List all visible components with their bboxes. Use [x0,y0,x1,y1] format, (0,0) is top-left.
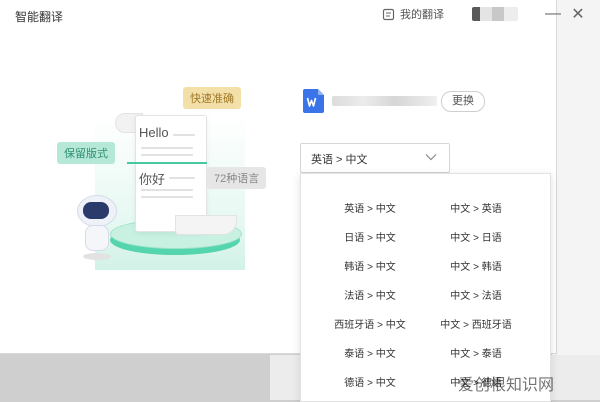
dropdown-option[interactable]: 泰语 > 中文 [310,345,430,360]
language-pair-select[interactable]: 英语 > 中文 [300,143,450,173]
my-translations-button[interactable]: 我的翻译 [382,6,444,22]
dropdown-option[interactable]: 中文 > 泰语 [416,345,536,360]
language-pair-value: 英语 > 中文 [311,154,368,166]
translation-illustration: Hello 你好 快速准确 保留版式 72种语言 [55,85,285,275]
paper-line [141,189,193,191]
close-button[interactable]: ✕ [568,4,588,24]
my-translations-label: 我的翻译 [400,9,444,21]
paper-line [173,134,195,136]
paper-line [141,154,193,156]
language-pair-dropdown: 英语 > 中文 中文 > 英语 日语 > 中文 中文 > 日语 韩语 > 中文 … [300,173,551,402]
feature-bubble-layout: 保留版式 [57,142,115,164]
file-name-blurred [332,96,437,106]
dropdown-option[interactable]: 英语 > 中文 [310,200,430,215]
background-window-right [552,0,600,400]
history-icon [382,8,395,20]
dropdown-option[interactable]: 日语 > 中文 [310,229,430,244]
dropdown-option[interactable]: 中文 > 韩语 [416,258,536,273]
dropdown-option[interactable]: 德语 > 中文 [310,374,430,389]
app-title: 智能翻译 [15,10,64,24]
minimize-icon: — [545,5,561,22]
change-file-button[interactable]: 更换 [441,91,485,112]
paper-english-text: Hello [139,125,169,140]
scroll-curl-bottom [175,215,237,235]
dropdown-option[interactable]: 法语 > 中文 [310,287,430,302]
robot-body [85,225,109,251]
feature-bubble-fast: 快速准确 [183,87,241,109]
dropdown-option[interactable]: 西班牙语 > 中文 [310,316,430,331]
site-watermark: 爱创根知识网 [458,377,555,394]
dropdown-option[interactable]: 中文 > 西班牙语 [416,316,536,331]
translation-divider [127,162,207,164]
paper-line [169,177,195,179]
robot-shadow [83,253,111,260]
title-bar: 智能翻译 我的翻译 — ✕ [0,0,585,30]
feature-bubble-languages: 72种语言 [207,167,267,189]
word-document-icon [303,89,324,113]
dropdown-option[interactable]: 中文 > 法语 [416,287,536,302]
robot-mascot [73,195,119,265]
dropdown-option[interactable]: 中文 > 英语 [416,200,536,215]
dropdown-option[interactable]: 韩语 > 中文 [310,258,430,273]
paper-line [141,196,193,198]
paper-chinese-text: 你好 [139,172,166,187]
chevron-down-icon [425,154,437,161]
avatar[interactable] [472,7,518,21]
robot-face [83,202,109,219]
paper-line [141,147,193,149]
dropdown-option[interactable]: 中文 > 日语 [416,229,536,244]
minimize-button[interactable]: — [543,4,563,24]
close-icon: ✕ [571,6,585,23]
